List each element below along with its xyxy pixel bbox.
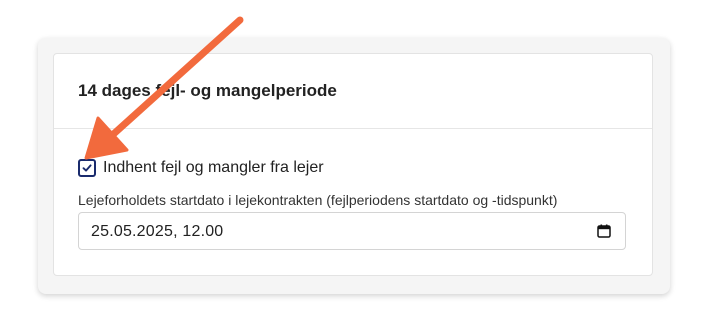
card-title: 14 dages fejl- og mangelperiode	[78, 81, 337, 100]
start-date-label: Lejeforholdets startdato i lejekontrakte…	[78, 192, 558, 208]
card-header: 14 dages fejl- og mangelperiode	[54, 54, 652, 129]
collect-defects-label: Indhent fejl og mangler fra lejer	[103, 159, 324, 176]
screenshot-stage: 14 dages fejl- og mangelperiode Indhent …	[0, 0, 709, 334]
start-date-input[interactable]: 25.05.2025, 12.00	[78, 212, 626, 250]
calendar-icon[interactable]	[597, 224, 611, 238]
outer-card: 14 dages fejl- og mangelperiode Indhent …	[38, 38, 670, 294]
settings-card: 14 dages fejl- og mangelperiode Indhent …	[53, 53, 653, 276]
collect-defects-checkbox-row[interactable]: Indhent fejl og mangler fra lejer	[78, 158, 324, 178]
collect-defects-checkbox[interactable]	[78, 159, 96, 177]
checkmark-icon	[82, 164, 92, 172]
start-date-value: 25.05.2025, 12.00	[91, 223, 224, 240]
